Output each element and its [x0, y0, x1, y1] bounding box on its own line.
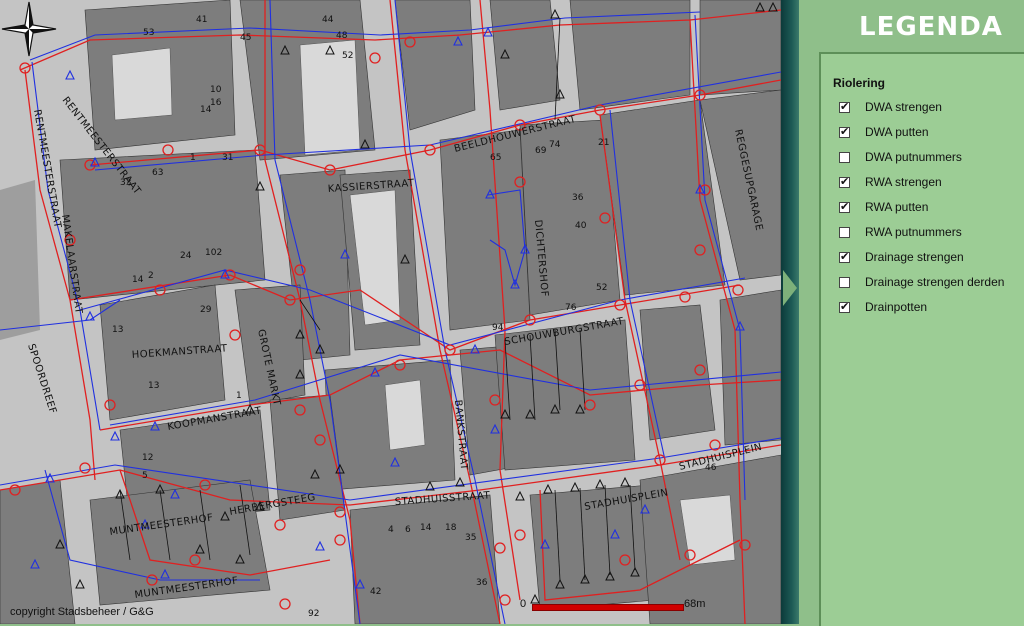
checkbox[interactable]: [839, 300, 850, 313]
map-view[interactable]: RENTMEESTERSTRAAT RENTMEESTERSTRAAT KASS…: [0, 0, 781, 624]
collapse-arrow-icon[interactable]: [783, 270, 797, 306]
house-number: 53: [143, 28, 154, 38]
scale-end-label: 68m: [684, 598, 706, 610]
house-number: 42: [370, 587, 381, 597]
house-number: 4: [388, 525, 394, 535]
scale-bar: 0 68m: [520, 598, 705, 616]
house-number: 40: [575, 221, 587, 231]
checkbox[interactable]: [839, 200, 850, 213]
copyright-text: copyright Stadsbeheer / G&G: [10, 606, 154, 618]
house-number: 63: [152, 168, 163, 178]
house-number: 2: [148, 271, 154, 281]
house-number: 14: [132, 275, 144, 285]
house-number: 44: [322, 15, 334, 25]
legend-item-label: Drainpotten: [865, 300, 928, 314]
checkbox[interactable]: [839, 276, 850, 288]
house-number: 24: [180, 251, 192, 261]
legend-item-dwa-putten[interactable]: DWA putten: [839, 123, 929, 141]
house-number: 1: [190, 153, 196, 163]
checkbox[interactable]: [839, 100, 850, 113]
legend-panel: Riolering DWA strengen DWA putten DWA pu…: [819, 52, 1024, 626]
house-number: 41: [196, 15, 207, 25]
house-number: 46: [705, 463, 717, 473]
map-canvas[interactable]: RENTMEESTERSTRAAT RENTMEESTERSTRAAT KASS…: [0, 0, 781, 624]
house-number: 13: [148, 381, 159, 391]
house-number: 69: [535, 146, 547, 156]
legend-heading: Riolering: [833, 76, 886, 90]
legend-item-label: Drainage strengen: [865, 250, 964, 264]
house-number: 14: [420, 523, 432, 533]
legend-item-label: RWA strengen: [865, 175, 942, 189]
house-number: 1: [236, 391, 242, 401]
house-number: 45: [240, 33, 251, 43]
house-number: 31: [222, 153, 233, 163]
legend-item-dwa-strengen[interactable]: DWA strengen: [839, 98, 942, 116]
legend-item-rwa-putten[interactable]: RWA putten: [839, 198, 928, 216]
legend-item-label: DWA strengen: [865, 100, 942, 114]
house-number: 48: [336, 31, 348, 41]
house-number: 21: [598, 138, 609, 148]
house-number: 74: [549, 140, 561, 150]
house-number: 10: [210, 85, 222, 95]
legend-item-label: RWA putnummers: [865, 225, 962, 239]
house-number: 35: [465, 533, 476, 543]
checkbox[interactable]: [839, 151, 850, 163]
house-number: 36: [572, 193, 584, 203]
house-number: 18: [445, 523, 457, 533]
house-number: 5: [142, 471, 148, 481]
compass-rose-icon: [1, 1, 57, 57]
legend-item-label: DWA putnummers: [865, 150, 962, 164]
house-number: 33: [120, 178, 131, 188]
house-number: 92: [308, 609, 319, 619]
house-number: 13: [112, 325, 123, 335]
house-number: 36: [476, 578, 488, 588]
house-number: 52: [596, 283, 607, 293]
house-number: 12: [142, 453, 153, 463]
checkbox[interactable]: [839, 250, 850, 263]
legend-item-label: Drainage strengen derden: [865, 275, 1005, 289]
panel-divider[interactable]: [781, 0, 799, 624]
house-number: 52: [342, 51, 353, 61]
legend-item-drainpotten[interactable]: Drainpotten: [839, 298, 927, 316]
house-number: 94: [492, 323, 504, 333]
house-number: 76: [565, 303, 577, 313]
legend-item-dwa-putnummers[interactable]: DWA putnummers: [839, 148, 962, 166]
house-number: 102: [205, 248, 222, 258]
legend-item-label: RWA putten: [865, 200, 929, 214]
legend-item-rwa-strengen[interactable]: RWA strengen: [839, 173, 942, 191]
legend-title: LEGENDA: [859, 12, 1003, 42]
legend-item-rwa-putnummers[interactable]: RWA putnummers: [839, 223, 962, 241]
checkbox[interactable]: [839, 125, 850, 138]
legend-item-label: DWA putten: [865, 125, 929, 139]
legend-item-drainage-strengen-derden[interactable]: Drainage strengen derden: [839, 273, 1004, 291]
house-number: 65: [490, 153, 501, 163]
house-number: 29: [200, 305, 212, 315]
scale-start-label: 0: [520, 598, 527, 610]
park-area: [0, 180, 40, 340]
legend-item-drainage-strengen[interactable]: Drainage strengen: [839, 248, 964, 266]
house-number: 16: [210, 98, 222, 108]
house-number: 6: [405, 525, 411, 535]
scale-bar-fill: [532, 604, 684, 611]
checkbox[interactable]: [839, 175, 850, 188]
legend-sidebar: LEGENDA Riolering DWA strengen DWA putte…: [781, 0, 1024, 626]
checkbox[interactable]: [839, 226, 850, 238]
